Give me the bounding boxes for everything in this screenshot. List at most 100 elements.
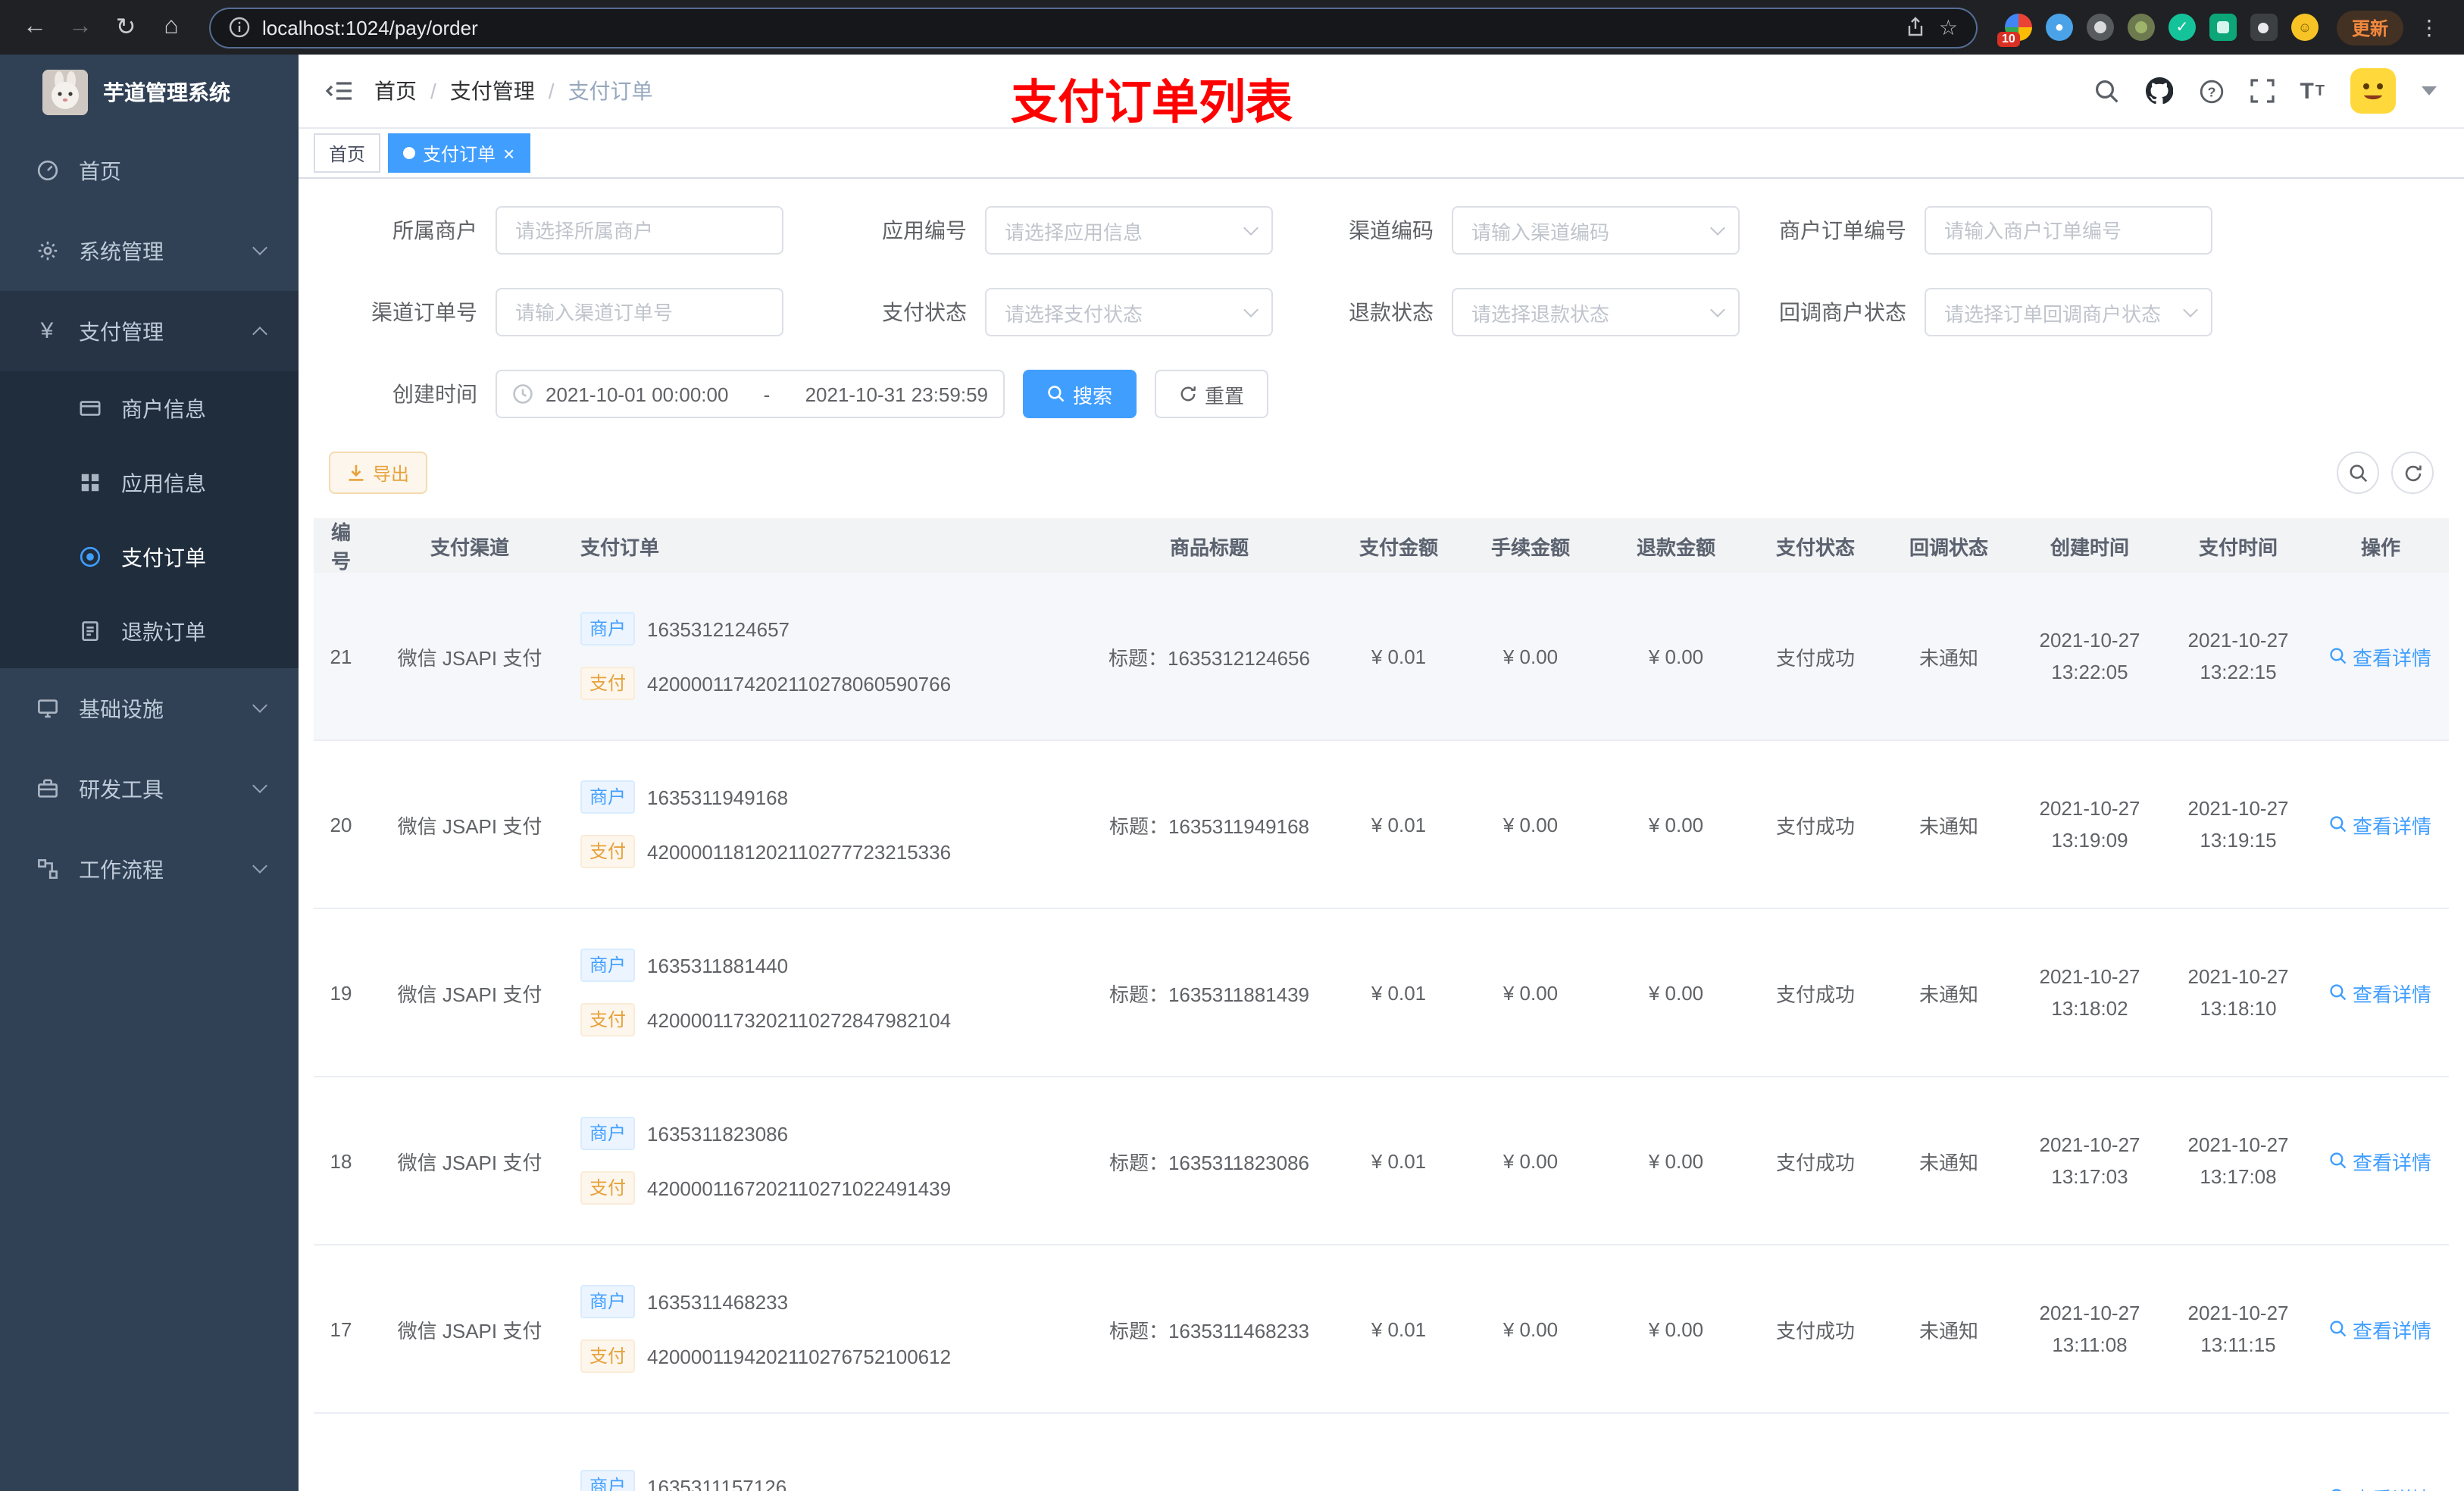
create-time-range-picker[interactable]: 2021-10-01 00:00:00 - 2021-10-31 23:59:5…: [496, 370, 1005, 418]
font-size-icon[interactable]: TT: [2300, 78, 2325, 104]
channel-order-no-input[interactable]: [496, 288, 783, 336]
tab-label: 首页: [329, 143, 366, 164]
view-detail-link[interactable]: 查看详情: [2330, 642, 2431, 670]
cell-action: 查看详情: [2312, 1146, 2449, 1175]
cell-title: 标题：1635312124656: [1108, 646, 1310, 669]
workflow-icon: [30, 858, 64, 880]
sidebar-item-label: 工作流程: [79, 857, 164, 881]
column-header: 退款金额: [1636, 536, 1715, 558]
sidebar-item-app-info[interactable]: 应用信息: [0, 445, 299, 520]
merchant-input[interactable]: [496, 206, 783, 255]
merchant-order-no-input[interactable]: [1925, 206, 2212, 255]
site-info-icon[interactable]: [229, 17, 250, 38]
breadcrumb-payment[interactable]: 支付管理: [450, 76, 535, 106]
view-detail-link[interactable]: 查看详情: [2330, 810, 2431, 839]
cell-refund: ¥ 0.00: [1648, 1149, 1704, 1172]
view-detail-link[interactable]: 查看详情: [2330, 1483, 2431, 1491]
help-icon[interactable]: ?: [2198, 78, 2224, 104]
cell-action: 查看详情: [2312, 978, 2449, 1007]
sidebar-item-merchant-info[interactable]: 商户信息: [0, 371, 299, 445]
cell-refund: ¥ 0.00: [1648, 981, 1704, 1004]
cell-pay-time: 2021-10-27 13:11:15: [2187, 1302, 2289, 1356]
extensions-pin-icon[interactable]: [2250, 14, 2278, 41]
filter-label: 商户订单编号: [1779, 218, 1906, 242]
sidebar-item-refund-order[interactable]: 退款订单: [0, 594, 299, 668]
search-button[interactable]: 搜索: [1023, 370, 1137, 418]
export-button[interactable]: 导出: [329, 452, 428, 494]
merchant-tag: 商户: [580, 1285, 636, 1318]
browser-refresh-button[interactable]: ↻: [106, 8, 145, 47]
browser-forward-button[interactable]: →: [61, 8, 100, 47]
merchant-tag: 商户: [580, 1117, 636, 1150]
merchant-tag: 商户: [580, 1470, 636, 1491]
pay-tag: 支付: [580, 1171, 636, 1205]
cell-pay-status: 支付成功: [1775, 646, 1855, 669]
github-icon[interactable]: [2145, 77, 2173, 105]
chevron-down-icon: [1710, 302, 1725, 317]
cell-channel: 微信 JSAPI 支付: [397, 646, 543, 669]
share-icon[interactable]: [1906, 17, 1927, 38]
extension-icon[interactable]: [2086, 14, 2114, 41]
sidebar-item-dev-tools[interactable]: 研发工具: [0, 749, 299, 829]
avatar-caret-icon[interactable]: [2422, 86, 2437, 95]
user-avatar[interactable]: [2350, 68, 2396, 114]
reset-button[interactable]: 重置: [1155, 370, 1269, 418]
merchant-order-no: 1635311823086: [647, 1122, 789, 1145]
merchant-tag: 商户: [580, 949, 636, 982]
cell-title: 标题：1635311468233: [1108, 1319, 1310, 1342]
notify-status-select[interactable]: 请选择订单回调商户状态: [1925, 288, 2212, 336]
sidebar-collapse-icon[interactable]: [326, 79, 353, 103]
extension-icon[interactable]: 10: [1997, 14, 2032, 47]
column-header: 创建时间: [2050, 536, 2129, 558]
browser-menu-icon[interactable]: ⋮: [2409, 14, 2449, 40]
table-row: 21 微信 JSAPI 支付 商户 1635312124657 支付 42000…: [314, 573, 2449, 741]
view-detail-link[interactable]: 查看详情: [2330, 978, 2431, 1007]
cell-id: 19: [330, 981, 352, 1004]
cell-refund: ¥ 0.00: [1648, 1318, 1704, 1340]
breadcrumb-home[interactable]: 首页: [374, 76, 417, 106]
sidebar-item-pay-order[interactable]: 支付订单: [0, 520, 299, 594]
refresh-table-button[interactable]: [2391, 452, 2434, 494]
sidebar-item-system[interactable]: 系统管理: [0, 211, 299, 291]
sidebar-item-home[interactable]: 首页: [0, 130, 299, 211]
extension-icon[interactable]: ●: [2045, 14, 2073, 41]
search-icon[interactable]: [2093, 78, 2119, 104]
filter-label: 渠道编码: [1349, 218, 1434, 242]
date-end[interactable]: 2021-10-31 23:59:59: [805, 383, 988, 405]
refund-status-select[interactable]: 请选择退款状态: [1452, 288, 1740, 336]
extension-icon[interactable]: [2127, 14, 2155, 41]
browser-back-button[interactable]: ←: [15, 8, 55, 47]
app-id-select[interactable]: 请选择应用信息: [985, 206, 1273, 255]
channel-code-select[interactable]: 请输入渠道编码: [1452, 206, 1740, 255]
cell-pay-order: 商户 1635311881440 支付 42000011732021102728…: [571, 949, 1079, 1036]
view-detail-link[interactable]: 查看详情: [2330, 1146, 2431, 1175]
column-header: 支付金额: [1359, 536, 1438, 558]
bookmark-star-icon[interactable]: ☆: [1939, 14, 1958, 40]
tab-pay-order[interactable]: 支付订单 ×: [388, 133, 530, 173]
browser-update-button[interactable]: 更新: [2336, 10, 2403, 45]
view-detail-link[interactable]: 查看详情: [2330, 1314, 2431, 1343]
extension-icon[interactable]: [2209, 14, 2237, 41]
cell-action: 查看详情: [2312, 1483, 2449, 1491]
cell-pay-order: 商户 1635311157126: [571, 1470, 1079, 1491]
filter-label: 创建时间: [392, 382, 477, 406]
extension-icon[interactable]: ✓: [2168, 14, 2196, 41]
sidebar-item-infrastructure[interactable]: 基础设施: [0, 668, 299, 749]
record-icon: [73, 545, 106, 568]
profile-avatar-icon[interactable]: ☺: [2290, 14, 2319, 41]
address-bar[interactable]: localhost:1024/pay/order ☆: [209, 7, 1978, 48]
url-text[interactable]: localhost:1024/pay/order: [262, 16, 1893, 39]
toggle-search-button[interactable]: [2337, 452, 2379, 494]
pay-status-select[interactable]: 请选择支付状态: [985, 288, 1273, 336]
sidebar-item-payment[interactable]: ¥ 支付管理: [0, 291, 299, 371]
sidebar-item-label: 研发工具: [79, 777, 164, 801]
dashboard-icon: [30, 159, 64, 182]
date-start[interactable]: 2021-10-01 00:00:00: [546, 383, 728, 405]
close-icon[interactable]: ×: [503, 143, 514, 163]
fullscreen-icon[interactable]: [2250, 79, 2275, 103]
browser-home-button[interactable]: ⌂: [152, 8, 191, 47]
app-logo[interactable]: 芋道管理系统: [0, 55, 299, 130]
sidebar-item-workflow[interactable]: 工作流程: [0, 829, 299, 909]
tab-home[interactable]: 首页: [314, 133, 381, 173]
grid-icon: [73, 471, 106, 494]
